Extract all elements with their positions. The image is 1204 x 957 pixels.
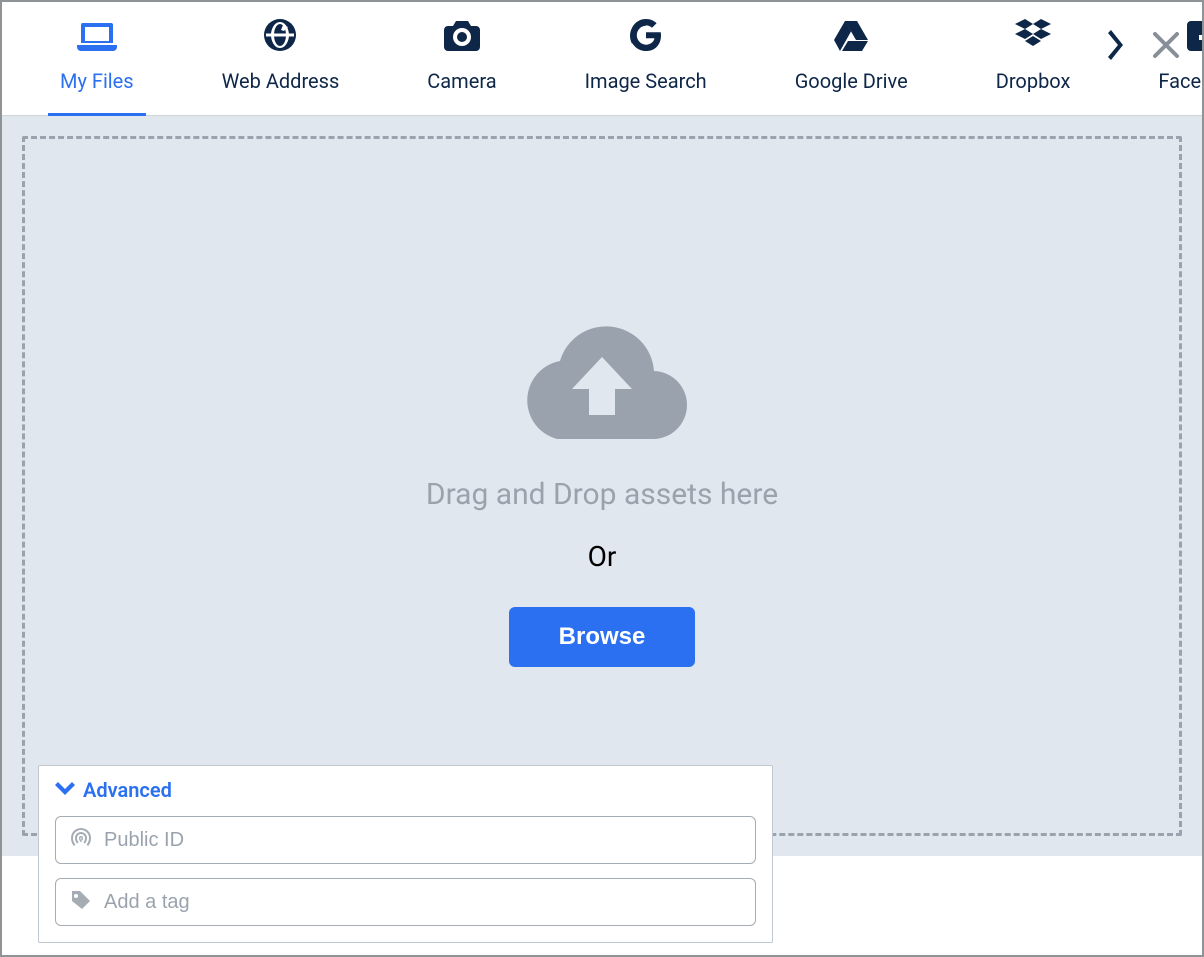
close-icon: [1152, 31, 1180, 63]
google-g-icon: [630, 19, 662, 51]
tab-label: Google Drive: [795, 69, 908, 93]
tab-camera[interactable]: Camera: [427, 1, 496, 115]
dropzone-headline: Drag and Drop assets here: [426, 477, 778, 512]
chevron-down-icon: [55, 781, 75, 800]
tab-label: Dropbox: [996, 69, 1071, 93]
advanced-title: Advanced: [83, 778, 172, 802]
tab-dropbox[interactable]: Dropbox: [996, 0, 1071, 115]
source-tabbar: My Files Web Address Camera Image Search: [2, 2, 1202, 116]
laptop-icon: [77, 21, 117, 51]
close-button[interactable]: [1152, 31, 1180, 63]
advanced-toggle[interactable]: Advanced: [39, 766, 772, 816]
advanced-body: [39, 816, 772, 942]
tab-web-address[interactable]: Web Address: [222, 0, 340, 115]
more-sources-button[interactable]: [1108, 30, 1126, 64]
advanced-panel: Advanced: [38, 765, 773, 943]
dropzone[interactable]: Drag and Drop assets here Or Browse: [22, 136, 1182, 836]
upload-widget-window: My Files Web Address Camera Image Search: [0, 0, 1204, 957]
tab-google-drive[interactable]: Google Drive: [795, 1, 908, 115]
camera-icon: [444, 21, 480, 51]
tab-label: Camera: [427, 69, 496, 93]
google-drive-icon: [834, 21, 868, 51]
facebook-icon: [1187, 21, 1204, 51]
chevron-right-icon: [1108, 30, 1126, 64]
tab-label: Web Address: [222, 69, 340, 93]
browse-button[interactable]: Browse: [509, 607, 696, 667]
dropbox-icon: [1015, 19, 1051, 51]
globe-icon: [264, 19, 296, 51]
tab-image-search[interactable]: Image Search: [585, 0, 707, 115]
tab-my-files[interactable]: My Files: [60, 1, 134, 115]
tag-icon: [70, 889, 92, 915]
tab-label: Image Search: [585, 69, 707, 93]
tabbar-right-controls: [1108, 30, 1180, 64]
tab-label: My Files: [60, 69, 134, 93]
tab-label: Facebook: [1158, 69, 1204, 93]
cloud-upload-icon: [517, 319, 687, 439]
upload-stage: Drag and Drop assets here Or Browse: [2, 116, 1202, 856]
dropzone-or: Or: [588, 540, 617, 573]
public-id-input[interactable]: [104, 829, 741, 852]
fingerprint-icon: [70, 827, 92, 853]
public-id-field[interactable]: [55, 816, 756, 864]
tag-input[interactable]: [104, 891, 741, 914]
tag-field[interactable]: [55, 878, 756, 926]
